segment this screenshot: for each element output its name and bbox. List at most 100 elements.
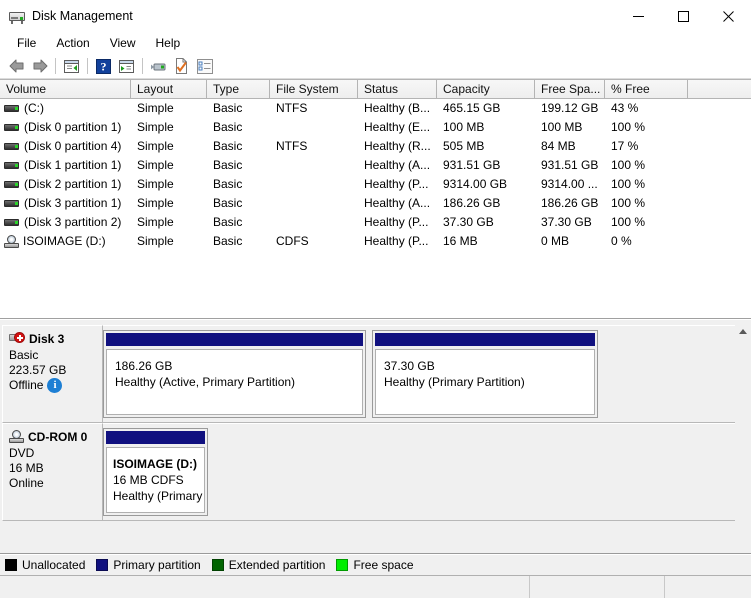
list-view-icon[interactable] <box>193 55 216 77</box>
cell-type: Basic <box>213 158 243 172</box>
status-pane-secondary <box>530 576 665 598</box>
info-icon[interactable]: i <box>47 378 63 393</box>
column-header-percent-free[interactable]: % Free <box>605 80 688 98</box>
table-row[interactable]: (Disk 0 partition 4) Simple Basic NTFS H… <box>0 137 751 156</box>
cell-layout: Simple <box>137 196 174 210</box>
cell-type: Basic <box>213 177 243 191</box>
cell-capacity: 37.30 GB <box>443 215 494 229</box>
disk-info-panel[interactable]: CD-ROM 0 DVD 16 MB Online <box>2 423 103 521</box>
cell-capacity: 505 MB <box>443 139 485 153</box>
disk-partitions: ISOIMAGE (D:) 16 MB CDFS Healthy (Primar… <box>103 423 751 521</box>
partition-size: 186.26 GB <box>115 359 173 373</box>
disk-title: Disk 3 <box>9 332 102 346</box>
disk-kind: Basic <box>9 348 39 362</box>
hard-disk-icon <box>4 102 20 115</box>
volume-label: (Disk 2 partition 1) <box>24 177 122 191</box>
cell-volume: (Disk 1 partition 1) <box>0 156 131 175</box>
column-header-free-space[interactable]: Free Spa... <box>535 80 605 98</box>
cell-capacity: 931.51 GB <box>443 158 501 172</box>
legend-item-unallocated: Unallocated <box>5 558 85 572</box>
cell-volume: (Disk 2 partition 1) <box>0 175 131 194</box>
cell-type: Basic <box>213 101 243 115</box>
cell-status: Healthy (A... <box>364 158 431 172</box>
cell-layout: Simple <box>137 177 174 191</box>
cell-free-space: 199.12 GB <box>541 101 599 115</box>
menu-file[interactable]: File <box>8 33 45 53</box>
disk-row-disk-3[interactable]: Disk 3 Basic 223.57 GB Offline i 186.26 … <box>2 325 751 423</box>
show-hide-action-pane-icon[interactable] <box>115 55 138 77</box>
column-header-file-system[interactable]: File System <box>270 80 358 98</box>
title-bar: Disk Management <box>0 0 751 32</box>
cell-capacity: 100 MB <box>443 120 485 134</box>
show-hide-console-tree-icon[interactable] <box>60 55 83 77</box>
disk-size: 223.57 GB <box>9 363 67 377</box>
toolbar-separator <box>55 58 56 74</box>
volume-label: (Disk 3 partition 1) <box>24 196 122 210</box>
legend-label: Free space <box>353 558 414 572</box>
hard-disk-icon <box>4 159 20 172</box>
partition-block[interactable]: ISOIMAGE (D:) 16 MB CDFS Healthy (Primar… <box>103 428 208 516</box>
partition-status: Healthy (Primary Partition) <box>384 375 525 389</box>
table-row[interactable]: (Disk 2 partition 1) Simple Basic Health… <box>0 175 751 194</box>
cell-layout: Simple <box>137 120 174 134</box>
forward-icon[interactable] <box>28 55 51 77</box>
column-header-type[interactable]: Type <box>207 80 270 98</box>
cell-type: Basic <box>213 234 243 248</box>
maximize-button[interactable] <box>661 0 706 32</box>
column-header-layout[interactable]: Layout <box>131 80 207 98</box>
cell-percent-free: 0 % <box>611 234 632 248</box>
scroll-up-icon[interactable] <box>739 329 747 334</box>
cell-status: Healthy (A... <box>364 196 431 210</box>
cell-volume: (Disk 3 partition 1) <box>0 194 131 213</box>
disk-info-panel[interactable]: Disk 3 Basic 223.57 GB Offline i <box>2 325 103 423</box>
menu-help[interactable]: Help <box>147 33 190 53</box>
toolbar-separator <box>87 58 88 74</box>
table-row[interactable]: (Disk 3 partition 1) Simple Basic Health… <box>0 194 751 213</box>
cell-file-system: NTFS <box>276 139 308 153</box>
cell-free-space: 931.51 GB <box>541 158 599 172</box>
hard-disk-icon <box>4 178 20 191</box>
column-header-status[interactable]: Status <box>358 80 437 98</box>
legend-swatch-primary-partition <box>96 559 109 571</box>
table-row[interactable]: (C:) Simple Basic NTFS Healthy (B... 465… <box>0 99 751 118</box>
cell-type: Basic <box>213 120 243 134</box>
properties-icon[interactable] <box>170 55 193 77</box>
table-row[interactable]: (Disk 3 partition 2) Simple Basic Health… <box>0 213 751 232</box>
back-icon[interactable] <box>5 55 28 77</box>
table-row[interactable]: ISOIMAGE (D:) Simple Basic CDFS Healthy … <box>0 232 751 251</box>
cell-percent-free: 43 % <box>611 101 639 115</box>
cell-layout: Simple <box>137 158 174 172</box>
volume-list-header: Volume Layout Type File System Status Ca… <box>0 79 751 99</box>
close-button[interactable] <box>706 0 751 32</box>
disk-management-icon <box>9 8 25 24</box>
disk-error-icon <box>9 332 27 346</box>
volume-label: ISOIMAGE (D:) <box>23 234 106 248</box>
minimize-button[interactable] <box>616 0 661 32</box>
svg-text:?: ? <box>101 59 107 73</box>
cell-layout: Simple <box>137 139 174 153</box>
volume-label: (C:) <box>24 101 44 115</box>
cell-free-space: 84 MB <box>541 139 576 153</box>
window-title: Disk Management <box>32 9 133 23</box>
help-icon[interactable]: ? <box>92 55 115 77</box>
partition-block[interactable]: 186.26 GB Healthy (Active, Primary Parti… <box>103 330 366 418</box>
legend-swatch-extended-partition <box>211 559 224 571</box>
table-row[interactable]: (Disk 1 partition 1) Simple Basic Health… <box>0 156 751 175</box>
column-header-spacer[interactable] <box>688 80 751 98</box>
cell-volume: (Disk 0 partition 1) <box>0 118 131 137</box>
graph-scrollbar[interactable] <box>735 325 751 553</box>
menu-view[interactable]: View <box>101 33 145 53</box>
legend-swatch-unallocated <box>5 559 17 571</box>
table-row[interactable]: (Disk 0 partition 1) Simple Basic Health… <box>0 118 751 137</box>
rescan-disks-icon[interactable] <box>147 55 170 77</box>
menu-action[interactable]: Action <box>47 33 98 53</box>
legend-label: Primary partition <box>113 558 201 572</box>
cell-type: Basic <box>213 196 243 210</box>
disk-row-cdrom-0[interactable]: CD-ROM 0 DVD 16 MB Online ISOIMAGE (D:) … <box>2 423 751 521</box>
window-controls <box>616 0 751 32</box>
column-header-capacity[interactable]: Capacity <box>437 80 535 98</box>
partition-block[interactable]: 37.30 GB Healthy (Primary Partition) <box>372 330 598 418</box>
partition-color-bar <box>375 333 595 346</box>
cell-status: Healthy (E... <box>364 120 431 134</box>
column-header-volume[interactable]: Volume <box>0 80 131 98</box>
